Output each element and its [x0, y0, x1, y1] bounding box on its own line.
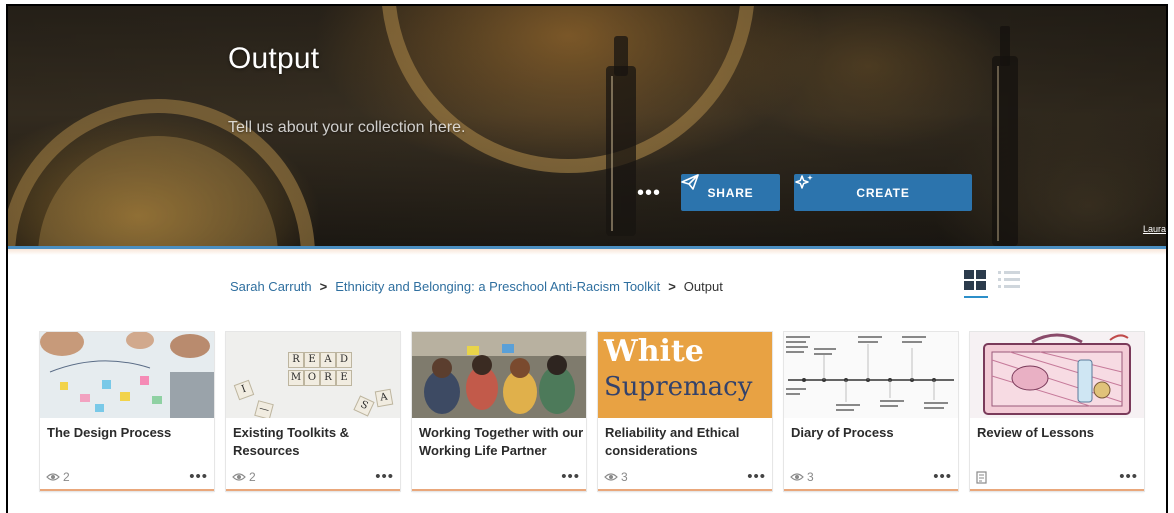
- eye-icon: [790, 473, 804, 481]
- breadcrumb-toolkit-link[interactable]: Ethnicity and Belonging: a Preschool Ant…: [335, 279, 660, 294]
- create-button[interactable]: CREATE: [794, 174, 972, 211]
- card-title[interactable]: Working Together with our Working Life P…: [419, 424, 584, 460]
- card-reliability-ethics[interactable]: White Supremacy Reliability and Ethical …: [598, 332, 772, 491]
- card-more-button[interactable]: •••: [1119, 469, 1138, 484]
- card-footer: 3 •••: [790, 469, 952, 485]
- share-button[interactable]: SHARE: [681, 174, 780, 211]
- hero-overlay: [8, 6, 1166, 246]
- card-footer: •••: [418, 469, 580, 485]
- paper-plane-icon: [681, 174, 699, 190]
- letter-tile: E: [336, 370, 352, 386]
- thumbnail-text-white: White: [604, 334, 704, 369]
- sparkle-icon: [795, 175, 813, 189]
- eye-icon: [604, 473, 618, 481]
- breadcrumb: Sarah Carruth > Ethnicity and Belonging:…: [230, 279, 723, 294]
- card-title[interactable]: Review of Lessons: [977, 424, 1142, 442]
- card-title[interactable]: The Design Process: [47, 424, 212, 442]
- card-existing-toolkits[interactable]: R E A D M O R E I — S A Existing Toolkit…: [226, 332, 400, 491]
- letter-tile: R: [320, 370, 336, 386]
- active-view-indicator: [964, 296, 988, 298]
- card-diary-of-process[interactable]: Diary of Process 3 •••: [784, 332, 958, 491]
- view-count-value: 3: [621, 470, 628, 484]
- children-reading-image: [412, 332, 586, 418]
- eye-icon: [232, 473, 246, 481]
- card-working-together[interactable]: Working Together with our Working Life P…: [412, 332, 586, 491]
- thumbnail-text-supremacy: Supremacy: [604, 372, 753, 402]
- view-count: 2: [232, 470, 256, 484]
- page-frame: Output Tell us about your collection her…: [6, 4, 1168, 513]
- breadcrumb-separator: >: [668, 279, 676, 294]
- eye-icon: [46, 473, 60, 481]
- list-view-icon[interactable]: [998, 270, 1020, 290]
- design-process-image: [40, 332, 214, 418]
- timeline-image: [784, 332, 958, 418]
- view-count: 2: [46, 470, 70, 484]
- card-footer: •••: [976, 469, 1138, 485]
- lunchbox-drawing-image: [970, 332, 1144, 418]
- view-count: 3: [604, 470, 628, 484]
- view-count-value: 2: [249, 470, 256, 484]
- grid-view-icon[interactable]: [964, 270, 986, 290]
- card-title[interactable]: Reliability and Ethical considerations: [605, 424, 770, 460]
- collection-title[interactable]: Output: [228, 42, 319, 76]
- letter-tile: I: [233, 379, 255, 401]
- view-count: 3: [790, 470, 814, 484]
- card-review-of-lessons[interactable]: Review of Lessons •••: [970, 332, 1144, 491]
- card-thumbnail[interactable]: [784, 332, 958, 418]
- card-thumbnail[interactable]: R E A D M O R E I — S A: [226, 332, 400, 418]
- letter-tile: S: [353, 395, 375, 417]
- card-thumbnail[interactable]: White Supremacy: [598, 332, 772, 418]
- letter-tile: E: [304, 352, 320, 368]
- card-title[interactable]: Existing Toolkits & Resources: [233, 424, 398, 460]
- card-footer: 2 •••: [46, 469, 208, 485]
- card-more-button[interactable]: •••: [189, 469, 208, 484]
- share-button-label: SHARE: [707, 185, 754, 200]
- card-the-design-process[interactable]: The Design Process 2 •••: [40, 332, 214, 491]
- collection-description[interactable]: Tell us about your collection here.: [228, 119, 465, 137]
- card-more-button[interactable]: •••: [561, 469, 580, 484]
- view-count-value: 3: [807, 470, 814, 484]
- letter-tile: D: [336, 352, 352, 368]
- breadcrumb-current: Output: [683, 279, 723, 294]
- card-footer: 2 •••: [232, 469, 394, 485]
- letter-tile: O: [304, 370, 320, 386]
- letter-tile: A: [374, 388, 394, 408]
- view-count-value: 2: [63, 470, 70, 484]
- card-footer: 3 •••: [604, 469, 766, 485]
- view-count: [976, 470, 988, 484]
- more-options-button[interactable]: •••: [632, 178, 666, 208]
- letter-tile: R: [288, 352, 304, 368]
- letter-tile: M: [288, 370, 304, 386]
- card-title[interactable]: Diary of Process: [791, 424, 956, 442]
- card-thumbnail[interactable]: [40, 332, 214, 418]
- breadcrumb-separator: >: [319, 279, 328, 294]
- card-thumbnail[interactable]: [970, 332, 1144, 418]
- collection-cards: The Design Process 2 ••• R E A D M O R E…: [40, 332, 1150, 492]
- letter-tile: —: [254, 400, 274, 418]
- card-more-button[interactable]: •••: [375, 469, 394, 484]
- collection-hero: Output Tell us about your collection her…: [8, 6, 1166, 246]
- card-thumbnail[interactable]: [412, 332, 586, 418]
- photo-credit-link[interactable]: Laura: [1143, 224, 1166, 234]
- hero-divider-fade: [8, 249, 1166, 255]
- card-more-button[interactable]: •••: [747, 469, 766, 484]
- create-button-label: CREATE: [856, 185, 910, 200]
- breadcrumb-user-link[interactable]: Sarah Carruth: [230, 279, 312, 294]
- note-icon: [976, 470, 987, 484]
- card-more-button[interactable]: •••: [933, 469, 952, 484]
- letter-tile: A: [320, 352, 336, 368]
